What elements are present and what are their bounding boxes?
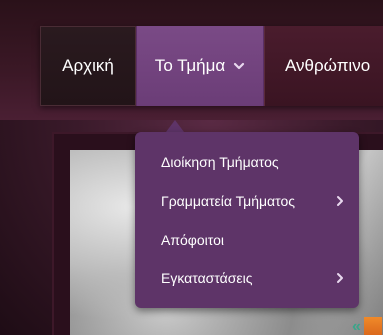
menu-item-label: Απόφοιτοι bbox=[161, 232, 224, 248]
nav-item-label: Ανθρώπινο bbox=[285, 56, 371, 75]
menu-item-label: Διοίκηση Τμήματος bbox=[161, 154, 279, 170]
nav-item-people[interactable]: Ανθρώπινο bbox=[264, 26, 383, 106]
department-dropdown-menu: Διοίκηση Τμήματος Γραμματεία Τμήματος Απ… bbox=[135, 132, 359, 308]
chevron-down-icon bbox=[234, 62, 245, 70]
slider-thumbnail[interactable] bbox=[363, 317, 382, 335]
nav-item-home[interactable]: Αρχική bbox=[40, 26, 136, 106]
nav-item-label: Αρχική bbox=[62, 56, 114, 75]
chevron-right-icon bbox=[337, 196, 343, 206]
menu-item-graduates[interactable]: Απόφοιτοι bbox=[161, 228, 351, 252]
chevron-right-icon bbox=[337, 273, 343, 283]
nav-item-label: Το Τμήμα bbox=[154, 56, 226, 75]
main-navigation: Αρχική Το Τμήμα Ανθρώπινο bbox=[40, 26, 383, 106]
nav-item-department[interactable]: Το Τμήμα bbox=[136, 26, 264, 106]
menu-item-label: Εγκαταστάσεις bbox=[161, 270, 253, 286]
dropdown-pointer bbox=[166, 120, 184, 132]
menu-item-administration[interactable]: Διοίκηση Τμήματος bbox=[161, 150, 351, 174]
slider-controls[interactable]: « bbox=[352, 312, 383, 335]
menu-item-facilities[interactable]: Εγκαταστάσεις bbox=[161, 266, 351, 290]
menu-item-label: Γραμματεία Τμήματος bbox=[161, 193, 296, 209]
previous-arrows-icon[interactable]: « bbox=[352, 319, 361, 335]
menu-item-secretariat[interactable]: Γραμματεία Τμήματος bbox=[161, 189, 351, 213]
